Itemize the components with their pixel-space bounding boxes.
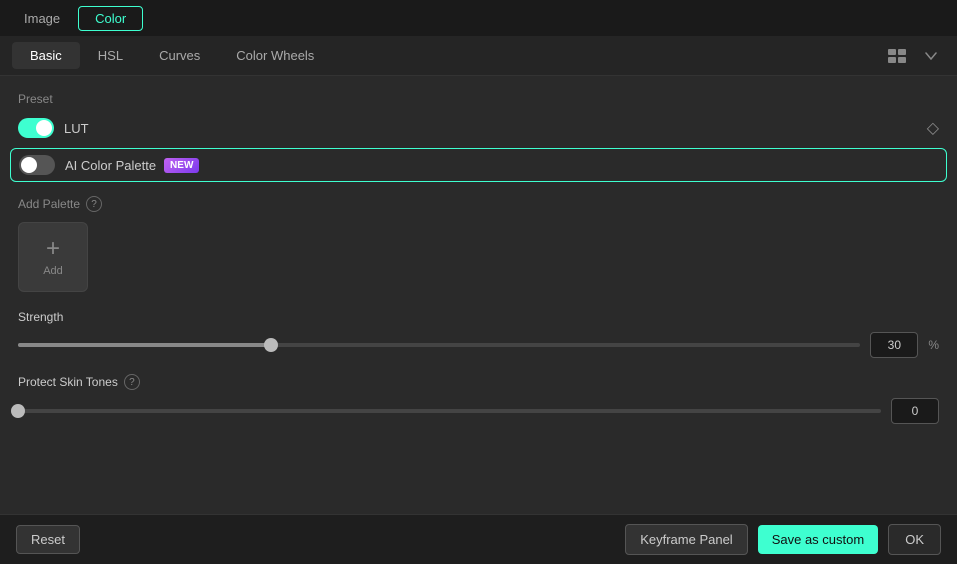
tab-color[interactable]: Color [78,6,143,31]
reset-button[interactable]: Reset [16,525,80,554]
strength-label: Strength [18,310,939,324]
add-palette-label: Add Palette ? [18,196,939,212]
strength-slider-thumb[interactable] [264,338,278,352]
plus-icon: + [46,237,60,261]
diamond-icon: ◇ [927,118,939,138]
subtab-basic[interactable]: Basic [12,42,80,69]
preset-label: Preset [18,92,939,106]
ai-palette-label: AI Color Palette [65,158,156,173]
protect-skin-tones-help-icon[interactable]: ? [124,374,140,390]
sub-tab-bar: Basic HSL Curves Color Wheels [0,36,957,76]
add-palette-help-icon[interactable]: ? [86,196,102,212]
palette-add-button[interactable]: + Add [18,222,88,292]
lut-toggle[interactable] [18,118,54,138]
main-content: Preset LUT ◇ AI Color Palette NEW Add Pa… [0,76,957,514]
ai-color-palette-row: AI Color Palette NEW [10,148,947,182]
strength-slider-row: 30 % [18,332,939,358]
ai-palette-toggle[interactable] [19,155,55,175]
subtab-hsl[interactable]: HSL [80,42,141,69]
palette-add-label: Add [43,265,63,277]
palette-grid: + Add [18,222,939,292]
layout-icon-btn[interactable] [883,42,911,70]
strength-unit: % [928,338,939,352]
subtab-colorwheels[interactable]: Color Wheels [218,42,332,69]
tab-image[interactable]: Image [8,7,76,30]
strength-slider-track[interactable] [18,343,860,347]
top-tab-bar: Image Color [0,0,957,36]
protect-skin-tones-label: Protect Skin Tones [18,375,118,389]
add-palette-section: Add Palette ? + Add [18,196,939,292]
protect-skin-tones-row: Protect Skin Tones ? [18,374,939,390]
strength-section: Strength 30 % [18,310,939,358]
strength-slider-fill [18,343,271,347]
protect-slider-thumb[interactable] [11,404,25,418]
lut-label: LUT [64,121,89,136]
protect-slider-track[interactable] [18,409,881,413]
protect-slider-row: 0 [18,398,939,424]
protect-value-box[interactable]: 0 [891,398,939,424]
strength-value-box[interactable]: 30 [870,332,918,358]
save-as-custom-button[interactable]: Save as custom [758,525,879,554]
lut-row: LUT ◇ [18,118,939,138]
ok-button[interactable]: OK [888,524,941,555]
new-badge: NEW [164,158,199,173]
subtab-curves[interactable]: Curves [141,42,218,69]
keyframe-panel-button[interactable]: Keyframe Panel [625,524,748,555]
bottom-bar: Reset Keyframe Panel Save as custom OK [0,514,957,564]
chevron-down-icon-btn[interactable] [917,42,945,70]
